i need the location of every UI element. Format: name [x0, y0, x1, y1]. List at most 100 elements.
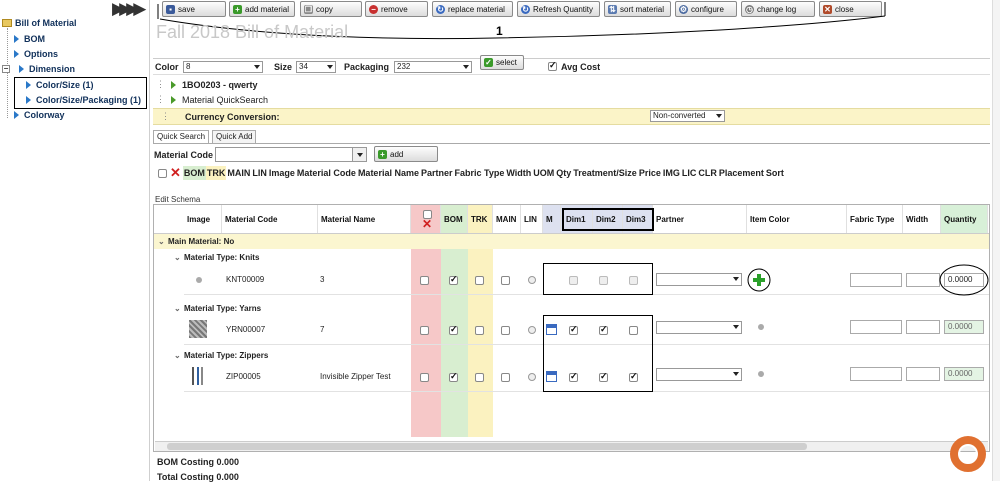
- material-code[interactable]: YRN00007: [226, 325, 265, 334]
- trk-checkbox[interactable]: [475, 276, 484, 285]
- lin-radio[interactable]: [528, 276, 536, 284]
- material-code[interactable]: KNT00009: [226, 275, 264, 284]
- toggle-all-checkbox[interactable]: [158, 168, 167, 178]
- toggle-qty[interactable]: Qty: [555, 166, 572, 180]
- quantity-input[interactable]: 0.0000: [944, 367, 984, 381]
- header-item-color[interactable]: Item Color: [747, 205, 847, 233]
- toggle-image[interactable]: Image: [268, 166, 296, 180]
- width-input[interactable]: [906, 273, 940, 287]
- partner-select[interactable]: [656, 273, 742, 286]
- material-code[interactable]: ZIP00005: [226, 372, 261, 381]
- bom-checkbox[interactable]: [449, 274, 458, 285]
- currency-select[interactable]: Non-converted: [650, 110, 725, 122]
- main-checkbox[interactable]: [501, 276, 510, 285]
- toggle-width[interactable]: Width: [505, 166, 532, 180]
- toggle-trk[interactable]: TRK: [205, 166, 227, 180]
- group-main-material[interactable]: ⌄ Main Material: No: [158, 237, 234, 246]
- material-code-dropdown[interactable]: [352, 147, 367, 162]
- tree-item-colorway[interactable]: Colorway: [14, 110, 65, 120]
- group-yarns[interactable]: ⌄ Material Type: Yarns: [174, 304, 261, 313]
- size-value: 34: [299, 62, 308, 71]
- tree-root[interactable]: Bill of Material: [2, 18, 77, 28]
- fabric-type-input[interactable]: [850, 273, 902, 287]
- toggle-uom[interactable]: UOM: [532, 166, 555, 180]
- packaging-select[interactable]: 232: [394, 61, 472, 73]
- bom-checkbox[interactable]: [449, 371, 458, 382]
- toggle-lic[interactable]: LIC: [681, 166, 698, 180]
- add-color-icon[interactable]: [747, 267, 773, 293]
- delete-x-icon[interactable]: ✕: [170, 165, 181, 181]
- lin-radio[interactable]: [528, 373, 536, 381]
- toggle-material-name[interactable]: Material Name: [357, 166, 420, 180]
- dim-rows-outline: [543, 315, 653, 392]
- toggle-bom[interactable]: BOM: [182, 166, 206, 180]
- header-quantity[interactable]: Quantity: [941, 205, 988, 233]
- add-button[interactable]: + add: [374, 146, 438, 162]
- tab-quick-search[interactable]: Quick Search: [153, 130, 210, 143]
- toggle-treatment-size[interactable]: Treatment/Size: [572, 166, 638, 180]
- tree-item-bom[interactable]: BOM: [14, 34, 45, 44]
- tab-quick-add[interactable]: Quick Add: [212, 130, 257, 143]
- tree-item-dimension[interactable]: − Dimension: [2, 64, 75, 74]
- group-knits[interactable]: ⌄ Material Type: Knits: [174, 253, 259, 262]
- fabric-type-input[interactable]: [850, 320, 902, 334]
- toggle-img[interactable]: IMG: [662, 166, 681, 180]
- add-label: add: [390, 149, 404, 159]
- toggle-fabric-type[interactable]: Fabric Type: [453, 166, 505, 180]
- main-checkbox[interactable]: [501, 326, 510, 335]
- trk-checkbox[interactable]: [475, 326, 484, 335]
- header-image[interactable]: Image: [184, 205, 222, 233]
- delete-checkbox[interactable]: [420, 276, 429, 285]
- fabric-type-input[interactable]: [850, 367, 902, 381]
- header-material-name[interactable]: Material Name: [318, 205, 411, 233]
- product-section[interactable]: ⋮ 1BO0203 - qwerty: [156, 79, 258, 90]
- material-quicksearch-section[interactable]: ⋮ Material QuickSearch: [156, 94, 268, 105]
- horizontal-scrollbar[interactable]: [155, 441, 988, 451]
- bom-costing: BOM Costing 0.000: [157, 457, 240, 467]
- header-m[interactable]: M: [543, 205, 561, 233]
- delete-checkbox[interactable]: [420, 373, 429, 382]
- color-select[interactable]: 8: [183, 61, 263, 73]
- partner-select[interactable]: [656, 368, 742, 381]
- size-select[interactable]: 34: [296, 61, 336, 73]
- header-lin[interactable]: LIN: [521, 205, 543, 233]
- lin-radio[interactable]: [528, 326, 536, 334]
- header-fabric-type[interactable]: Fabric Type: [847, 205, 903, 233]
- toggle-price[interactable]: Price: [638, 166, 662, 180]
- help-lifebuoy-icon[interactable]: [950, 436, 986, 472]
- header-trk[interactable]: TRK: [468, 205, 493, 233]
- image-placeholder-icon: [196, 277, 202, 283]
- toggle-sort[interactable]: Sort: [765, 166, 785, 180]
- toggle-placement[interactable]: Placement: [718, 166, 765, 180]
- header-delete[interactable]: ✕: [411, 205, 441, 233]
- header-material-code[interactable]: Material Code: [222, 205, 318, 233]
- select-button[interactable]: ✓ select: [480, 55, 524, 70]
- width-input[interactable]: [906, 367, 940, 381]
- header-main[interactable]: MAIN: [493, 205, 521, 233]
- partner-select[interactable]: [656, 321, 742, 334]
- tab-label: Quick Search: [157, 132, 206, 141]
- select-all-checkbox[interactable]: [422, 209, 432, 219]
- collapse-panel-icon[interactable]: ▶▶▶▶: [112, 0, 146, 18]
- avg-cost-checkbox[interactable]: [548, 60, 557, 71]
- tree-item-options[interactable]: Options: [14, 49, 58, 59]
- group-zippers[interactable]: ⌄ Material Type: Zippers: [174, 351, 268, 360]
- delete-checkbox[interactable]: [420, 326, 429, 335]
- toggle-clr[interactable]: CLR: [697, 166, 718, 180]
- bom-checkbox[interactable]: [449, 324, 458, 335]
- header-width[interactable]: Width: [903, 205, 941, 233]
- main-checkbox[interactable]: [501, 373, 510, 382]
- trk-checkbox[interactable]: [475, 373, 484, 382]
- width-input[interactable]: [906, 320, 940, 334]
- toggle-lin[interactable]: LIN: [251, 166, 268, 180]
- toggle-partner[interactable]: Partner: [420, 166, 454, 180]
- toggle-material-code[interactable]: Material Code: [296, 166, 357, 180]
- quantity-input[interactable]: 0.0000: [944, 320, 984, 334]
- toggle-main[interactable]: MAIN: [226, 166, 251, 180]
- material-code-input[interactable]: [215, 147, 367, 162]
- vertical-scrollbar[interactable]: [992, 0, 1000, 481]
- header-partner[interactable]: Partner: [653, 205, 747, 233]
- zipper-thumbnail: [192, 367, 203, 385]
- expand-arrow-icon: [171, 95, 176, 104]
- header-bom[interactable]: BOM: [441, 205, 468, 233]
